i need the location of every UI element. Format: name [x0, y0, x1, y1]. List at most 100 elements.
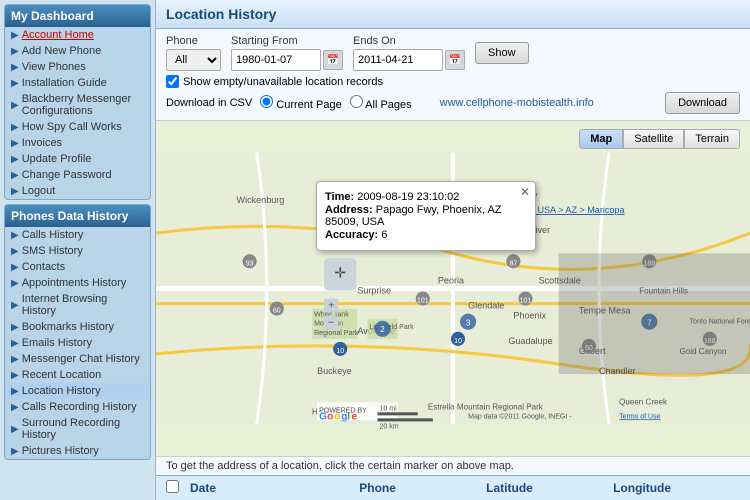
sidebar-item-messenger-chat[interactable]: ▶ Messenger Chat History: [5, 351, 150, 367]
starting-from-input[interactable]: [231, 49, 321, 71]
sidebar-item-update-profile[interactable]: ▶ Update Profile: [5, 151, 150, 167]
sidebar-item-pictures[interactable]: ▶ Pictures History: [5, 443, 150, 459]
svg-text:10: 10: [454, 338, 462, 345]
sidebar-item-invoices[interactable]: ▶ Invoices: [5, 135, 150, 151]
bullet-icon: ▶: [11, 138, 19, 149]
bullet-icon: ▶: [11, 446, 19, 457]
svg-text:l: l: [347, 411, 350, 422]
bullet-icon: ▶: [11, 386, 19, 397]
show-empty-checkbox[interactable]: [166, 75, 179, 88]
popup-time-value: 2009-08-19 23:10:02: [357, 191, 459, 203]
sidebar-item-surround-recording[interactable]: ▶ Surround Recording History: [5, 415, 150, 443]
all-pages-radio[interactable]: [350, 95, 363, 108]
sidebar-item-emails[interactable]: ▶ Emails History: [5, 335, 150, 351]
tab-map[interactable]: Map: [579, 129, 623, 149]
sidebar-item-internet-browsing[interactable]: ▶ Internet Browsing History: [5, 291, 150, 319]
sidebar-item-sms-history[interactable]: ▶ SMS History: [5, 243, 150, 259]
svg-text:o: o: [334, 411, 340, 422]
map-background[interactable]: Wickenburg Canyon City Current Location …: [156, 121, 750, 456]
map-container: Wickenburg Canyon City Current Location …: [156, 121, 750, 456]
bullet-icon: ▶: [11, 62, 19, 73]
sidebar-item-location-history[interactable]: ▶ Location History: [5, 383, 150, 399]
sidebar-item-change-password[interactable]: ▶ Change Password: [5, 167, 150, 183]
bullet-icon: ▶: [11, 338, 19, 349]
popup-time-label: Time:: [325, 191, 354, 203]
csv-row: Download in CSV Current Page All Pages w…: [166, 95, 655, 111]
svg-text:Guadalupe: Guadalupe: [508, 336, 552, 346]
svg-text:Buckeye: Buckeye: [317, 366, 352, 376]
ends-on-input[interactable]: [353, 49, 443, 71]
sidebar-item-account-home[interactable]: ▶ Account Home: [5, 27, 150, 43]
svg-text:3: 3: [466, 319, 471, 328]
svg-text:G: G: [319, 411, 327, 422]
popup-address-label: Address:: [325, 204, 373, 216]
col-header-longitude[interactable]: Longitude: [613, 481, 740, 495]
ends-on-date: 📅: [353, 49, 465, 71]
sidebar-item-logout[interactable]: ▶ Logout: [5, 183, 150, 199]
svg-text:Regional Park: Regional Park: [314, 330, 359, 337]
svg-text:✛: ✛: [334, 264, 346, 280]
bullet-icon: ▶: [11, 186, 19, 197]
col-header-phone[interactable]: Phone: [359, 481, 486, 495]
sidebar-item-installation-guide[interactable]: ▶ Installation Guide: [5, 75, 150, 91]
starting-from-field-group: Starting From 📅: [231, 35, 343, 71]
bullet-icon: ▶: [11, 154, 19, 165]
bullet-icon: ▶: [11, 122, 19, 133]
show-empty-checkbox-row: Show empty/unavailable location records: [166, 75, 383, 88]
svg-text:−: −: [328, 318, 334, 329]
controls-row-2: Show empty/unavailable location records: [166, 75, 740, 88]
controls-row-1: Phone All Starting From 📅 Ends On 📅: [166, 35, 740, 71]
select-all-checkbox[interactable]: [166, 480, 179, 493]
svg-text:Phoenix: Phoenix: [513, 311, 546, 321]
popup-time: Time: 2009-08-19 23:10:02: [325, 191, 527, 203]
bullet-icon: ▶: [11, 170, 19, 181]
bullet-icon: ▶: [11, 78, 19, 89]
sidebar-item-appointments[interactable]: ▶ Appointments History: [5, 275, 150, 291]
bullet-icon: ▶: [11, 246, 19, 257]
calendar-icon-end[interactable]: 📅: [445, 50, 465, 70]
current-page-radio[interactable]: [260, 95, 273, 108]
current-page-radio-label: Current Page: [260, 95, 342, 111]
ends-on-field-group: Ends On 📅: [353, 35, 465, 71]
popup-address: Address: Papago Fwy, Phoenix, AZ 85009, …: [325, 204, 527, 228]
tab-satellite[interactable]: Satellite: [623, 129, 684, 149]
bullet-icon: ▶: [11, 100, 19, 111]
all-pages-radio-label: All Pages: [350, 95, 412, 111]
account-home-link[interactable]: Account Home: [22, 29, 94, 41]
sidebar-item-contacts[interactable]: ▶ Contacts: [5, 259, 150, 275]
sidebar-item-recent-location[interactable]: ▶ Recent Location: [5, 367, 150, 383]
svg-text:10: 10: [336, 348, 344, 355]
svg-text:e: e: [351, 411, 357, 422]
col-header-latitude[interactable]: Latitude: [486, 481, 613, 495]
popup-close-button[interactable]: ✕: [520, 185, 530, 199]
sidebar-item-bbm-config[interactable]: ▶ Blackberry Messenger Configurations: [5, 91, 150, 119]
col-header-check: [166, 480, 190, 496]
sidebar-item-view-phones[interactable]: ▶ View Phones: [5, 59, 150, 75]
current-page-label: Current Page: [276, 99, 341, 111]
svg-text:20 km: 20 km: [380, 423, 399, 430]
svg-text:87: 87: [509, 260, 517, 267]
tab-terrain[interactable]: Terrain: [684, 129, 740, 149]
bullet-icon: ▶: [11, 370, 19, 381]
bullet-icon: ▶: [11, 46, 19, 57]
sidebar-item-bookmarks[interactable]: ▶ Bookmarks History: [5, 319, 150, 335]
sidebar-item-spy-call[interactable]: ▶ How Spy Call Works: [5, 119, 150, 135]
download-csv-label: Download in CSV: [166, 97, 252, 109]
phone-select[interactable]: All: [166, 49, 221, 71]
svg-text:Surprise: Surprise: [357, 286, 391, 296]
download-button[interactable]: Download: [665, 92, 740, 114]
phone-label: Phone: [166, 35, 221, 47]
calendar-icon-start[interactable]: 📅: [323, 50, 343, 70]
sidebar-item-calls-recording[interactable]: ▶ Calls Recording History: [5, 399, 150, 415]
main-content: Location History Phone All Starting From…: [155, 0, 750, 500]
sidebar-section-title-dashboard: My Dashboard: [5, 5, 150, 27]
popup-accuracy-label: Accuracy:: [325, 229, 378, 241]
col-header-date[interactable]: Date: [190, 481, 359, 495]
svg-text:101: 101: [520, 298, 532, 305]
sidebar-item-add-phone[interactable]: ▶ Add New Phone: [5, 43, 150, 59]
show-button[interactable]: Show: [475, 42, 529, 64]
bullet-icon: ▶: [11, 402, 19, 413]
bullet-icon: ▶: [11, 262, 19, 273]
sidebar-item-calls-history[interactable]: ▶ Calls History: [5, 227, 150, 243]
svg-text:o: o: [327, 411, 333, 422]
